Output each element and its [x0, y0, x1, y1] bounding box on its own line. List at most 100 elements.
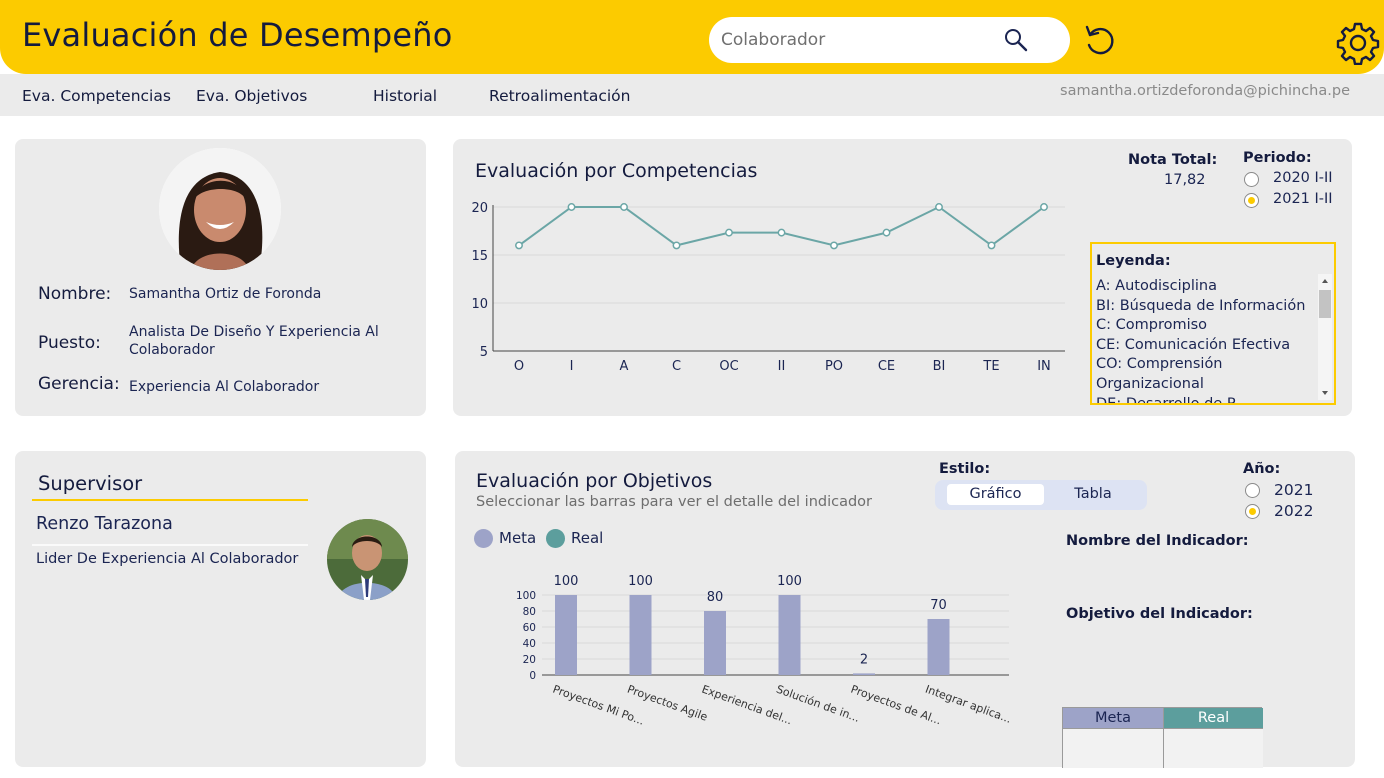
- tab-retroalimentacion[interactable]: Retroalimentación: [489, 87, 630, 105]
- legend-title: Leyenda:: [1096, 253, 1171, 269]
- table-header-meta: Meta: [1063, 708, 1163, 728]
- legend-item: DE: Desarrollo de P...: [1096, 395, 1248, 405]
- x-tick-label: A: [620, 359, 629, 374]
- data-point: [620, 203, 628, 211]
- y-tick-label: 60: [523, 622, 536, 634]
- legend-item: C: Compromiso: [1096, 317, 1208, 334]
- legend-item: BI: Búsqueda de Información: [1096, 297, 1306, 314]
- position-value: Analista De Diseño Y Experiencia Al Cola…: [129, 324, 379, 358]
- management-value: Experiencia Al Colaborador: [129, 379, 320, 395]
- radio-checked-icon[interactable]: [1245, 504, 1260, 519]
- app-header: Evaluación de Desempeño: [0, 0, 1384, 74]
- y-tick-label: 5: [480, 345, 488, 360]
- x-tick-label: C: [672, 359, 681, 374]
- tab-historial[interactable]: Historial: [373, 87, 437, 105]
- supervisor-name: Renzo Tarazona: [36, 514, 173, 534]
- data-label: 100: [777, 574, 802, 589]
- tab-eva-competencias[interactable]: Eva. Competencias: [22, 87, 171, 105]
- competencias-card: Evaluación por Competencias 5 10 15 20 O I A C O…: [453, 139, 1352, 416]
- data-point: [567, 203, 576, 211]
- management-label: Gerencia:: [38, 374, 120, 394]
- search-box[interactable]: [709, 17, 1070, 63]
- name-value: Samantha Ortiz de Foronda: [129, 286, 322, 302]
- x-tick-label: O: [514, 359, 524, 374]
- x-tick-label: BI: [933, 359, 946, 374]
- data-point: [725, 228, 733, 237]
- profile-card: Nombre: Samantha Ortiz de Foronda Puesto…: [15, 139, 426, 416]
- x-tick-label: II: [778, 359, 786, 374]
- y-tick-label: 0: [529, 670, 536, 682]
- bar-meta: [927, 619, 950, 675]
- nav-bar: Eva. Competencias Eva. Objetivos Histori…: [0, 74, 1384, 116]
- supervisor-role: Lider De Experiencia Al Colaborador: [36, 551, 299, 567]
- supervisor-avatar: [327, 519, 408, 600]
- gear-icon[interactable]: [1336, 21, 1380, 65]
- legend-scrollbar[interactable]: [1318, 274, 1332, 400]
- bar-meta: [555, 595, 577, 675]
- x-tick-label: IN: [1037, 359, 1051, 374]
- tab-eva-objetivos[interactable]: Eva. Objetivos: [196, 87, 307, 105]
- data-label: 100: [628, 574, 653, 589]
- scroll-up-icon[interactable]: [1318, 276, 1332, 286]
- y-tick-label: 10: [471, 297, 488, 312]
- data-label: 100: [554, 574, 579, 589]
- x-tick-label: OC: [719, 359, 738, 374]
- total-label: Nota Total:: [1128, 152, 1218, 168]
- radio-icon[interactable]: [1244, 172, 1259, 187]
- indicator-table: Meta Real: [1062, 707, 1263, 768]
- table-cell-meta: [1063, 728, 1163, 768]
- series-line: [518, 205, 1045, 247]
- supervisor-card: Supervisor Renzo Tarazona Lider De Exper…: [15, 451, 426, 767]
- objetivos-card: Evaluación por Objetivos Seleccionar las…: [455, 451, 1355, 768]
- y-tick-label: 20: [523, 654, 536, 666]
- data-point: [1040, 203, 1048, 211]
- app-title: Evaluación de Desempeño: [22, 16, 453, 54]
- data-point: [882, 228, 891, 237]
- total-value: 17,82: [1164, 172, 1206, 188]
- table-header-real: Real: [1163, 708, 1263, 728]
- data-label: 70: [930, 598, 947, 613]
- divider: [32, 544, 308, 546]
- y-tick-label: 20: [471, 201, 488, 216]
- y-tick-label: 40: [523, 638, 536, 650]
- scrollbar-thumb[interactable]: [1319, 290, 1331, 318]
- y-tick-label: 100: [516, 590, 536, 602]
- x-tick-label: PO: [825, 359, 843, 374]
- data-point: [830, 241, 838, 250]
- divider: [32, 499, 308, 501]
- name-label: Nombre:: [38, 284, 112, 304]
- legend-item: CE: Comunicación Efectiva: [1096, 336, 1291, 353]
- legend-list: A: Autodisciplina BI: Búsqueda de Inform…: [1096, 277, 1316, 405]
- user-email: samantha.ortizdeforonda@pichincha.pe: [1060, 83, 1350, 99]
- x-tick-label: I: [570, 359, 574, 374]
- table-cell-real: [1163, 728, 1263, 768]
- radio-checked-icon[interactable]: [1244, 193, 1259, 208]
- bar-meta: [778, 595, 801, 675]
- radio-icon[interactable]: [1245, 483, 1260, 498]
- style-option-tabla[interactable]: Tabla: [1053, 484, 1133, 505]
- data-point: [777, 228, 786, 237]
- search-icon[interactable]: [1003, 27, 1029, 53]
- competencias-line-chart[interactable]: 5 10 15 20 O I A C OC II PO CE BI TE IN: [453, 139, 1065, 384]
- profile-avatar: [159, 148, 281, 270]
- y-tick-label: 15: [471, 249, 488, 264]
- indicator-objective-label: Objetivo del Indicador:: [1066, 606, 1253, 622]
- legend-box[interactable]: Leyenda: A: Autodisciplina BI: Búsqueda …: [1090, 242, 1336, 405]
- refresh-icon[interactable]: [1083, 24, 1117, 58]
- data-point: [935, 203, 943, 211]
- collaborator-search-input[interactable]: [721, 26, 991, 54]
- data-label: 2: [860, 652, 868, 667]
- year-label: Año:: [1243, 461, 1281, 477]
- legend-item: A: Autodisciplina: [1096, 278, 1217, 294]
- data-point: [672, 241, 681, 250]
- bar-meta: [704, 611, 726, 675]
- objetivos-bar-chart[interactable]: 020406080100100Proyectos Mi Po...100Proy…: [455, 451, 1055, 767]
- bar-meta: [629, 595, 652, 675]
- supervisor-title: Supervisor: [38, 472, 143, 495]
- x-tick-label: TE: [982, 359, 999, 374]
- scroll-down-icon[interactable]: [1318, 388, 1332, 398]
- data-point: [515, 241, 523, 250]
- bar-meta: [853, 673, 875, 675]
- period-label: Periodo:: [1243, 150, 1312, 166]
- x-tick-label: CE: [878, 359, 895, 374]
